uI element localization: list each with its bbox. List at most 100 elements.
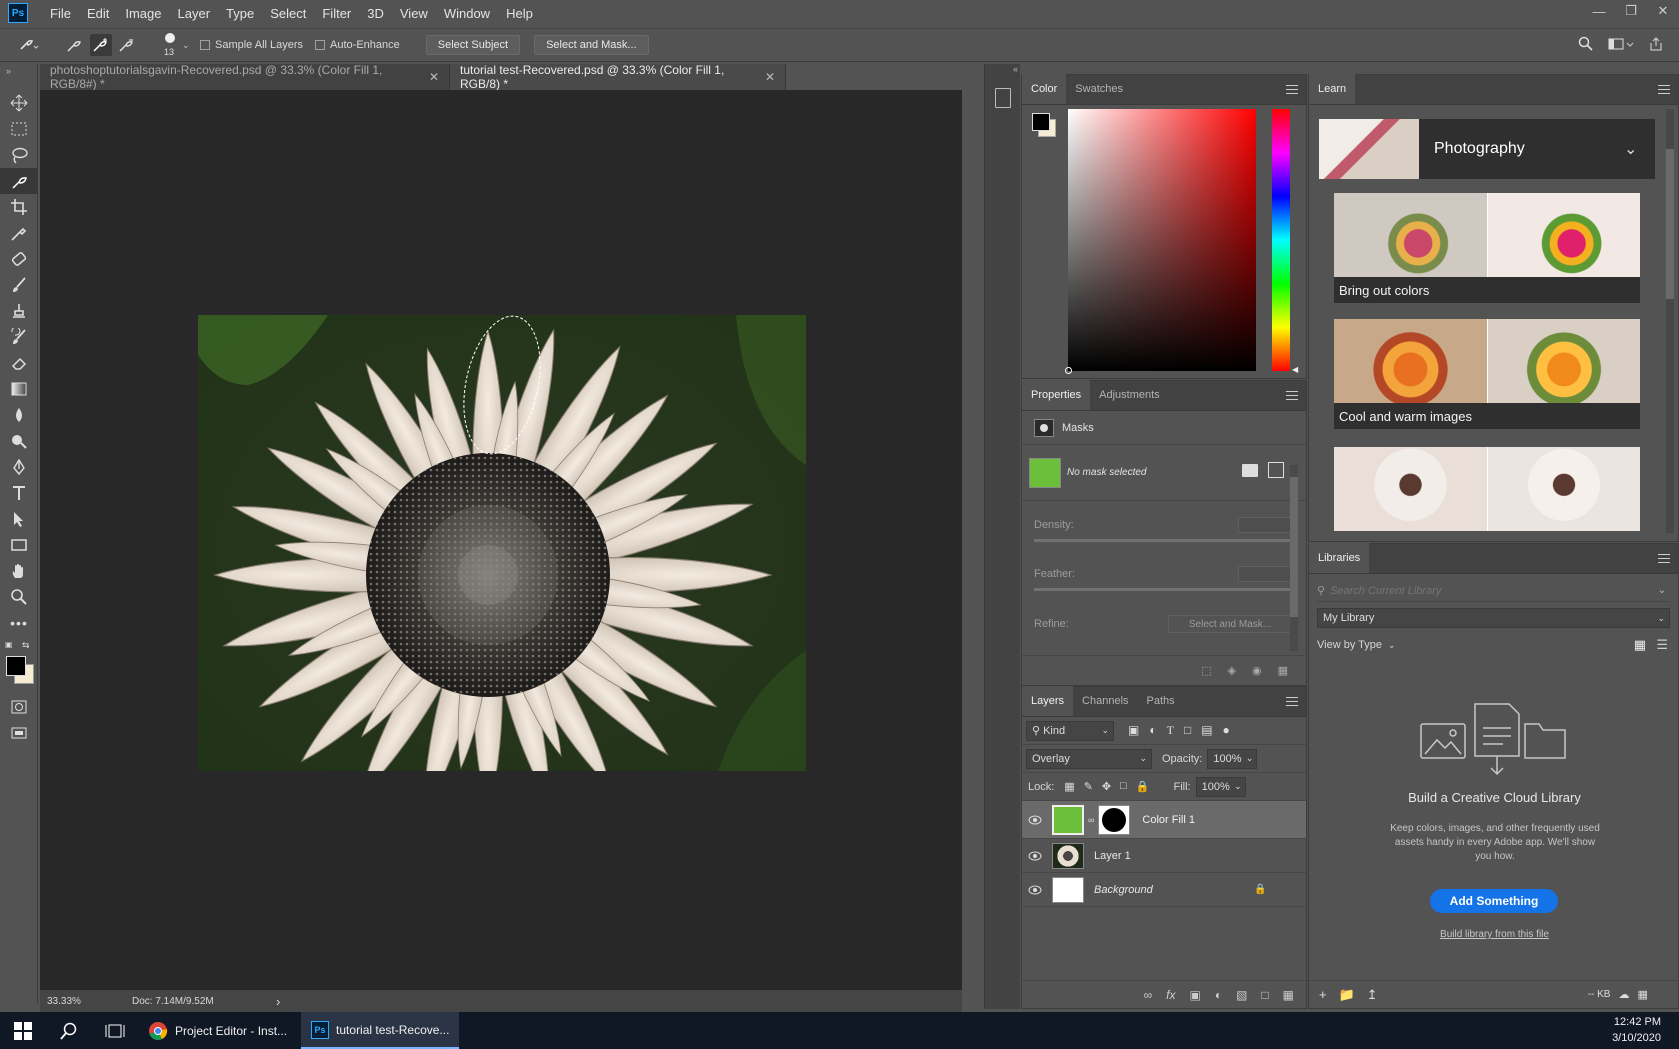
menu-layer[interactable]: Layer (170, 6, 219, 21)
tab-swatches[interactable]: Swatches (1066, 74, 1132, 104)
quick-selection-preset-icon[interactable] (18, 34, 40, 56)
close-window-button[interactable]: ✕ (1647, 0, 1679, 22)
tab-document-1[interactable]: photoshoptutorialsgavin-Recovered.psd @ … (40, 63, 450, 91)
foreground-color-swatch[interactable] (6, 656, 26, 676)
sample-all-layers-checkbox[interactable]: Sample All Layers (200, 39, 303, 51)
checkbox-box[interactable] (315, 40, 326, 50)
quick-mask-icon[interactable] (0, 694, 38, 720)
add-to-selection-icon[interactable] (90, 34, 112, 56)
screen-mode-icon[interactable] (0, 720, 38, 746)
lock-image-pixels-icon[interactable]: ✎ (1084, 780, 1093, 793)
status-menu-arrow-icon[interactable]: › (276, 994, 280, 1009)
add-pixel-mask-icon[interactable] (1242, 464, 1258, 477)
new-layer-icon[interactable]: □ (1261, 988, 1268, 1002)
smart-object-filter-icon[interactable]: ▤ (1201, 723, 1212, 738)
lock-icon[interactable]: 🔒 (1254, 884, 1266, 895)
density-slider[interactable] (1034, 539, 1292, 542)
library-search-input[interactable] (1330, 584, 1651, 597)
menu-image[interactable]: Image (117, 6, 169, 21)
learn-scrollbar[interactable] (1666, 109, 1674, 533)
layer-row-background[interactable]: Background 🔒 (1022, 873, 1306, 907)
learn-topic-header[interactable]: Photography ⌄ (1319, 119, 1655, 179)
subtract-from-selection-icon[interactable] (116, 34, 138, 56)
chevron-down-icon[interactable]: ⌄ (1388, 640, 1396, 651)
opacity-input[interactable]: 100% ⌄ (1207, 748, 1258, 769)
swap-colors-icon[interactable]: ⇆ (22, 640, 30, 651)
upload-icon[interactable]: ↥ (1367, 987, 1378, 1003)
panel-menu-icon[interactable] (1286, 697, 1298, 706)
eyedropper-tool-icon[interactable] (0, 220, 38, 246)
load-selection-icon[interactable]: ⬚ (1201, 664, 1211, 677)
hand-tool-icon[interactable] (0, 558, 38, 584)
tab-document-2[interactable]: tutorial test-Recovered.psd @ 33.3% (Col… (450, 63, 786, 91)
build-library-link[interactable]: Build library from this file (1309, 929, 1679, 940)
zoom-tool-icon[interactable] (0, 584, 38, 610)
tab-learn[interactable]: Learn (1309, 74, 1356, 104)
chevron-down-icon[interactable]: ⌄ (1624, 139, 1637, 159)
adjustment-layer-filter-icon[interactable]: ◐ (1149, 723, 1156, 738)
expand-arrows-icon[interactable]: « (985, 64, 1020, 74)
menu-select[interactable]: Select (262, 6, 314, 21)
move-tool-icon[interactable] (0, 90, 38, 116)
add-something-button[interactable]: Add Something (1430, 889, 1558, 913)
taskbar-app-chrome[interactable]: Project Editor - Inst... (138, 1012, 297, 1049)
library-search[interactable]: ⚲ ⌄ (1317, 580, 1670, 602)
menu-view[interactable]: View (392, 6, 436, 21)
delete-layer-icon[interactable]: ▦ (1283, 988, 1294, 1002)
density-input[interactable] (1238, 517, 1292, 533)
learn-card-third[interactable] (1334, 447, 1640, 531)
clone-stamp-tool-icon[interactable] (0, 298, 38, 324)
default-colors-icon[interactable]: ▣ (5, 640, 13, 649)
zoom-level[interactable]: 33.33% (47, 996, 107, 1007)
folder-icon[interactable]: 📁 (1339, 987, 1355, 1003)
layer-style-icon[interactable]: fx (1166, 988, 1175, 1002)
search-icon[interactable] (46, 1012, 92, 1049)
apply-mask-icon[interactable]: ◈ (1228, 664, 1236, 677)
layer-filter-kind-select[interactable]: ⚲ Kind ⌄ (1026, 720, 1114, 741)
share-icon[interactable] (1648, 36, 1664, 52)
close-icon[interactable]: ✕ (429, 70, 439, 84)
fill-input[interactable]: 100% ⌄ (1195, 776, 1246, 797)
feather-slider[interactable] (1034, 588, 1292, 591)
layer-row-layer-1[interactable]: Layer 1 (1022, 839, 1306, 873)
delete-mask-icon[interactable]: ▦ (1278, 664, 1288, 677)
blur-tool-icon[interactable] (0, 402, 38, 428)
pixel-layer-filter-icon[interactable]: ▣ (1128, 723, 1139, 738)
view-by-type-select[interactable]: View by Type (1317, 639, 1382, 651)
tab-channels[interactable]: Channels (1073, 686, 1137, 716)
new-selection-icon[interactable] (64, 34, 86, 56)
taskbar-app-photoshop[interactable]: Ps tutorial test-Recove... (301, 1012, 460, 1049)
search-icon[interactable] (1578, 36, 1594, 52)
workspace-icon[interactable] (1608, 37, 1634, 51)
panel-menu-icon[interactable] (1658, 554, 1670, 563)
crop-tool-icon[interactable] (0, 194, 38, 220)
refine-select-and-mask-button[interactable]: Select and Mask... (1168, 615, 1292, 633)
checkbox-box[interactable] (200, 40, 210, 50)
brush-size-picker[interactable]: 13 ⌄ (156, 30, 190, 60)
tab-properties[interactable]: Properties (1022, 380, 1091, 410)
quick-selection-tool-icon[interactable] (0, 168, 38, 194)
tab-paths[interactable]: Paths (1138, 686, 1184, 716)
filter-toggle-icon[interactable]: ● (1223, 723, 1230, 738)
link-icon[interactable]: ∞ (1088, 815, 1094, 825)
pen-tool-icon[interactable] (0, 454, 38, 480)
eye-icon[interactable] (1022, 815, 1048, 825)
hue-slider-handle-icon[interactable]: ◀ (1292, 365, 1298, 374)
properties-scrollbar[interactable] (1290, 465, 1298, 651)
edit-toolbar-icon[interactable]: ••• (0, 610, 38, 636)
select-subject-button[interactable]: Select Subject (425, 35, 521, 55)
close-icon[interactable]: ✕ (765, 70, 775, 84)
select-and-mask-button[interactable]: Select and Mask... (534, 35, 649, 55)
lock-artboard-icon[interactable]: □ (1120, 780, 1127, 793)
menu-type[interactable]: Type (218, 6, 262, 21)
windows-start-icon[interactable] (0, 1012, 46, 1049)
type-tool-icon[interactable] (0, 480, 38, 506)
system-clock[interactable]: 12:42 PM 3/10/2020 (1612, 1014, 1661, 1046)
visibility-icon[interactable]: ◉ (1252, 664, 1262, 677)
color-picker-cursor[interactable] (1065, 367, 1072, 374)
document-canvas-image[interactable] (198, 315, 806, 771)
feather-input[interactable] (1238, 566, 1292, 582)
eye-icon[interactable] (1022, 851, 1048, 861)
grid-view-icon[interactable]: ▦ (1634, 637, 1646, 653)
layer-row-color-fill[interactable]: ∞ Color Fill 1 (1022, 801, 1306, 839)
